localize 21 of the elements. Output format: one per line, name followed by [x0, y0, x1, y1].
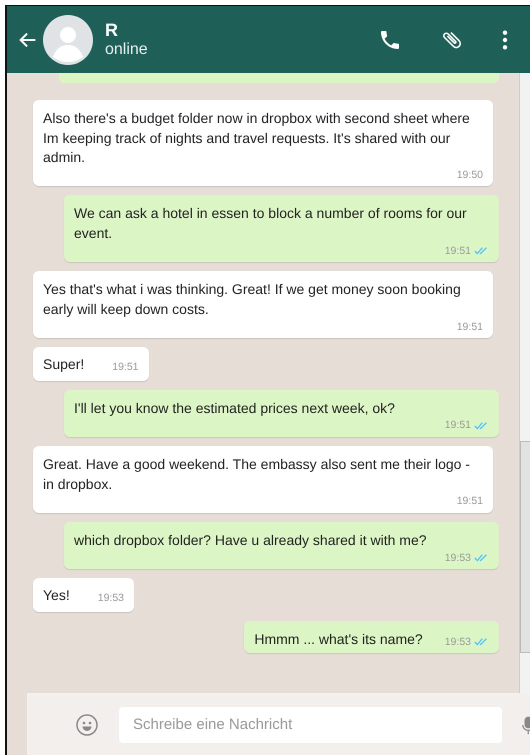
message-time: 19:51	[444, 244, 471, 258]
message-input[interactable]: Schreibe eine Nachricht	[119, 706, 502, 742]
message-text: Hmmm ... what's its name?	[254, 630, 423, 649]
message-time: 19:51	[444, 418, 471, 434]
message-text: Yes that's what i was thinking. Great! If we get money soon booking early will keep down costs.	[43, 280, 462, 319]
message-time: 19:51	[456, 494, 483, 509]
message-text: Super!	[43, 355, 84, 374]
message-time: 19:51	[456, 320, 483, 334]
message-time: 19:53	[98, 591, 124, 606]
contact-name: R	[105, 20, 119, 41]
message-text: I'll let you know the estimated prices next week, ok?	[74, 398, 396, 418]
message-time: 19:53	[444, 550, 471, 566]
message-time: 19:50	[456, 168, 483, 182]
message-text: Yes!	[43, 586, 70, 606]
message-time: 19:51	[112, 360, 139, 375]
message-time: 19:53	[444, 634, 471, 650]
message-text: We can ask a hotel in essen to block a number of rooms for our event.	[74, 204, 468, 244]
message-text: Also there's a budget folder now in dropbox with second sheet where Im keeping track of nights and travel requests. It's shared with our admin.	[43, 109, 471, 168]
message-text: Great. Have a good weekend. The embassy also sent me their logo - in dropbox.	[43, 455, 471, 494]
message-text: which dropbox folder? Have u already shared it with me?	[74, 530, 428, 550]
contact-status: online	[105, 41, 149, 59]
